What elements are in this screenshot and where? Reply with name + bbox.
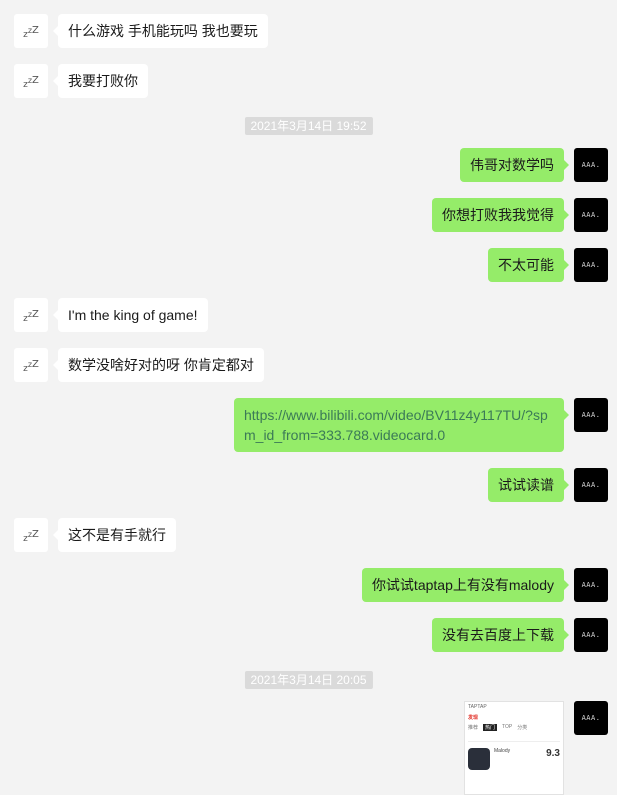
contact-avatar[interactable]: zzZ <box>14 64 48 98</box>
sleep-icon: zzZ <box>23 24 39 40</box>
message-bubble-outgoing[interactable]: 伟哥对数学吗 <box>460 148 569 182</box>
timestamp: 2021年3月14日 20:05 <box>244 671 373 689</box>
my-avatar[interactable]: AAA. <box>574 248 608 282</box>
contact-avatar[interactable]: zzZ <box>14 298 48 332</box>
sleep-icon: zzZ <box>23 528 39 544</box>
timestamp: 2021年3月14日 19:52 <box>244 117 373 135</box>
link-message[interactable]: https://www.bilibili.com/video/BV11z4y11… <box>234 398 569 452</box>
my-avatar[interactable]: AAA. <box>574 468 608 502</box>
sleep-icon: zzZ <box>23 74 39 90</box>
thumbnail-status-bar: TAPTAP <box>465 702 563 712</box>
message-bubble-incoming[interactable]: 数学没啥好对的呀 你肯定都对 <box>53 348 264 382</box>
my-avatar[interactable]: AAA. <box>574 148 608 182</box>
thumbnail-brand: 发现 <box>468 714 479 721</box>
contact-avatar[interactable]: zzZ <box>14 14 48 48</box>
thumbnail-tab: TOP <box>502 724 513 730</box>
my-avatar[interactable]: AAA. <box>574 198 608 232</box>
my-avatar[interactable]: AAA. <box>574 568 608 602</box>
message-bubble-incoming[interactable]: 什么游戏 手机能玩吗 我也要玩 <box>53 14 268 48</box>
thumbnail-top-text: TAPTAP <box>468 704 487 710</box>
my-avatar[interactable]: AAA. <box>574 618 608 652</box>
my-avatar[interactable]: AAA. <box>574 701 608 735</box>
sleep-icon: zzZ <box>23 308 39 324</box>
message-bubble-incoming[interactable]: 我要打败你 <box>53 64 148 98</box>
thumbnail-tab-active: 热门 <box>483 724 498 731</box>
message-bubble-outgoing[interactable]: 试试读谱 <box>488 468 569 502</box>
thumbnail-tab: 分类 <box>517 725 528 731</box>
thumbnail-app-name: Malody <box>494 748 511 754</box>
thumbnail-header: 发现 <box>465 712 563 722</box>
message-bubble-outgoing[interactable]: 你试试taptap上有没有malody <box>361 568 570 602</box>
message-bubble-incoming[interactable]: I'm the king of game! <box>53 298 208 332</box>
my-avatar[interactable]: AAA. <box>574 398 608 432</box>
app-icon <box>468 748 490 770</box>
thumbnail-app-card: Malody 9.3 <box>468 741 560 770</box>
contact-avatar[interactable]: zzZ <box>14 518 48 552</box>
contact-avatar[interactable]: zzZ <box>14 348 48 382</box>
thumbnail-tabs: 推荐 热门 TOP 分类 <box>465 722 563 733</box>
message-bubble-outgoing[interactable]: 你想打败我我觉得 <box>432 198 569 232</box>
image-message-thumbnail[interactable]: TAPTAP 发现 推荐 热门 TOP 分类 Malody 9.3 <box>464 701 564 795</box>
sleep-icon: zzZ <box>23 358 39 374</box>
thumbnail-tab: 推荐 <box>468 725 479 731</box>
message-bubble-incoming[interactable]: 这不是有手就行 <box>53 518 176 552</box>
message-bubble-outgoing[interactable]: 不太可能 <box>488 248 569 282</box>
thumbnail-score: 9.3 <box>546 748 560 759</box>
message-bubble-outgoing[interactable]: 没有去百度上下载 <box>432 618 569 652</box>
